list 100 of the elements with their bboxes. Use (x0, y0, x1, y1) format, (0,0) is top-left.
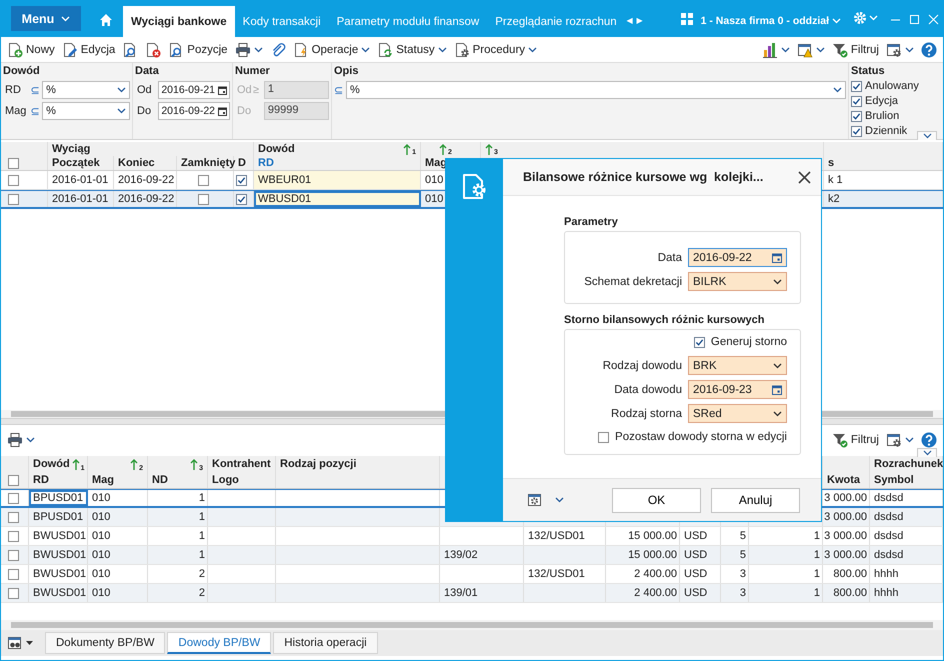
table-cell: 132/USD01 (524, 565, 606, 583)
checkbox-label: Generuj storno (710, 336, 787, 348)
table-cell: 1 (749, 527, 823, 545)
table-cell: BWUSD01 (29, 584, 88, 602)
table-cell: 010 (88, 527, 148, 545)
checkbox-label: Dziennik (865, 125, 908, 137)
table-cell: WBEUR01 (254, 171, 421, 189)
table-cell: 1 (749, 565, 823, 583)
table-cell: dsdsd (870, 546, 943, 564)
column-header: RD (254, 156, 421, 170)
table-cell: 139/02 (440, 546, 524, 564)
table-cell: hhhh (870, 584, 943, 602)
field-label: Data dowodu (614, 384, 682, 396)
operator-symbol: ⊆ (30, 84, 40, 96)
table-cell: 2016-01-01 (48, 191, 114, 207)
table-cell: hhhh (870, 565, 943, 583)
operator-symbol: ≥ (253, 84, 260, 96)
field-label: Rodzaj storna (611, 408, 682, 420)
filter-label: Od (236, 84, 251, 96)
column-header: Rozrachunek (870, 456, 943, 472)
table-cell: BPUSD01 (29, 490, 88, 506)
table-cell: 1 (148, 527, 208, 545)
table-cell: 1 (148, 490, 208, 506)
table-cell: BPUSD01 (29, 508, 88, 526)
table-cell: USD (680, 565, 721, 583)
column-header: Symbol (870, 472, 943, 488)
table-cell: 3 000.00 (823, 508, 870, 526)
operator-symbol: ⊆ (334, 84, 344, 96)
dialog-title: Bilansowe różnice kursowe wg kolejki... (523, 170, 764, 184)
column-header: Wyciąg (48, 142, 254, 156)
table-cell: BWUSD01 (29, 527, 88, 545)
filter-label: RD (4, 84, 22, 96)
table-cell: 010 (88, 546, 148, 564)
filter-heading: Status (851, 65, 886, 78)
table-cell: 139/01 (440, 584, 524, 602)
table-cell: 800.00 (823, 584, 870, 602)
table-cell: 2 400.00 (606, 565, 680, 583)
table-cell: WBUSD01 (254, 191, 421, 207)
table-cell: 010 (88, 565, 148, 583)
filter-heading: Opis (334, 65, 360, 78)
table-cell: 1 (749, 584, 823, 602)
column-header: Koniec (114, 156, 177, 170)
table-cell: 3 000.00 (823, 546, 870, 564)
column-header: ND (148, 472, 208, 488)
filter-heading: Numer (235, 65, 271, 78)
column-header: RD (29, 472, 88, 488)
table-cell: dsdsd (870, 508, 943, 526)
table-cell: 2016-09-22 (114, 171, 177, 189)
checkbox-label: Pozostaw dowody storna w edycji (615, 431, 787, 443)
table-cell: 5 (721, 546, 749, 564)
table-cell: 2 (148, 584, 208, 602)
table-cell: k2 (824, 191, 943, 207)
table-cell: 1 (148, 508, 208, 526)
column-header: Rodzaj pozycji (276, 456, 440, 472)
table-cell: BWUSD01 (29, 565, 88, 583)
table-cell: 010 (88, 584, 148, 602)
table-cell: k 1 (824, 171, 943, 189)
table-cell: 1 (749, 546, 823, 564)
table-cell: 15 000.00 (606, 527, 680, 545)
table-cell: 3 000.00 (823, 527, 870, 545)
column-header: s (824, 156, 943, 170)
table-cell: 2016-01-01 (48, 171, 114, 189)
table-cell: USD (680, 527, 721, 545)
column-header: Zamknięty (177, 156, 234, 170)
column-header: Mag (88, 472, 148, 488)
table-cell: 1 (148, 546, 208, 564)
field-label: Rodzaj dowodu (602, 360, 682, 372)
table-cell: dsdsd (870, 527, 943, 545)
table-cell: 800.00 (823, 565, 870, 583)
column-header: Początek (48, 156, 114, 170)
filter-heading: Data (135, 65, 160, 78)
section-heading: Storno bilansowych różnic kursowych (564, 314, 766, 326)
checkbox-label: Anulowany (865, 80, 919, 92)
table-cell: USD (680, 546, 721, 564)
filter-label: Do (236, 105, 251, 117)
filter-label: Mag (4, 105, 28, 117)
column-header: Dowód (33, 458, 70, 470)
filter-label: Od (136, 84, 153, 96)
table-cell: 2016-09-22 (114, 191, 177, 207)
section-heading: Parametry (564, 216, 619, 228)
table-cell: 3 000.00 (823, 490, 870, 506)
table-cell: 010 (88, 490, 148, 506)
table-cell: 132/USD01 (524, 527, 606, 545)
column-header: Dowód (258, 143, 295, 155)
table-cell: dsdsd (870, 490, 943, 506)
table-cell: 5 (721, 527, 749, 545)
filter-label: Do (136, 105, 152, 117)
table-cell: 2 400.00 (606, 584, 680, 602)
column-header: D (234, 156, 254, 170)
checkbox-label: Edycja (865, 95, 898, 107)
table-cell: 15 000.00 (606, 546, 680, 564)
table-cell: 010 (88, 508, 148, 526)
table-cell: 2 (148, 565, 208, 583)
field-label: Schemat dekretacji (584, 276, 682, 288)
field-label: Data (658, 252, 682, 264)
filter-heading: Dowód (3, 65, 41, 78)
column-header: Kwota (823, 472, 870, 488)
checkbox-label: Brulion (865, 110, 900, 122)
column-header: Kontrahent (208, 456, 276, 472)
table-cell: USD (680, 584, 721, 602)
